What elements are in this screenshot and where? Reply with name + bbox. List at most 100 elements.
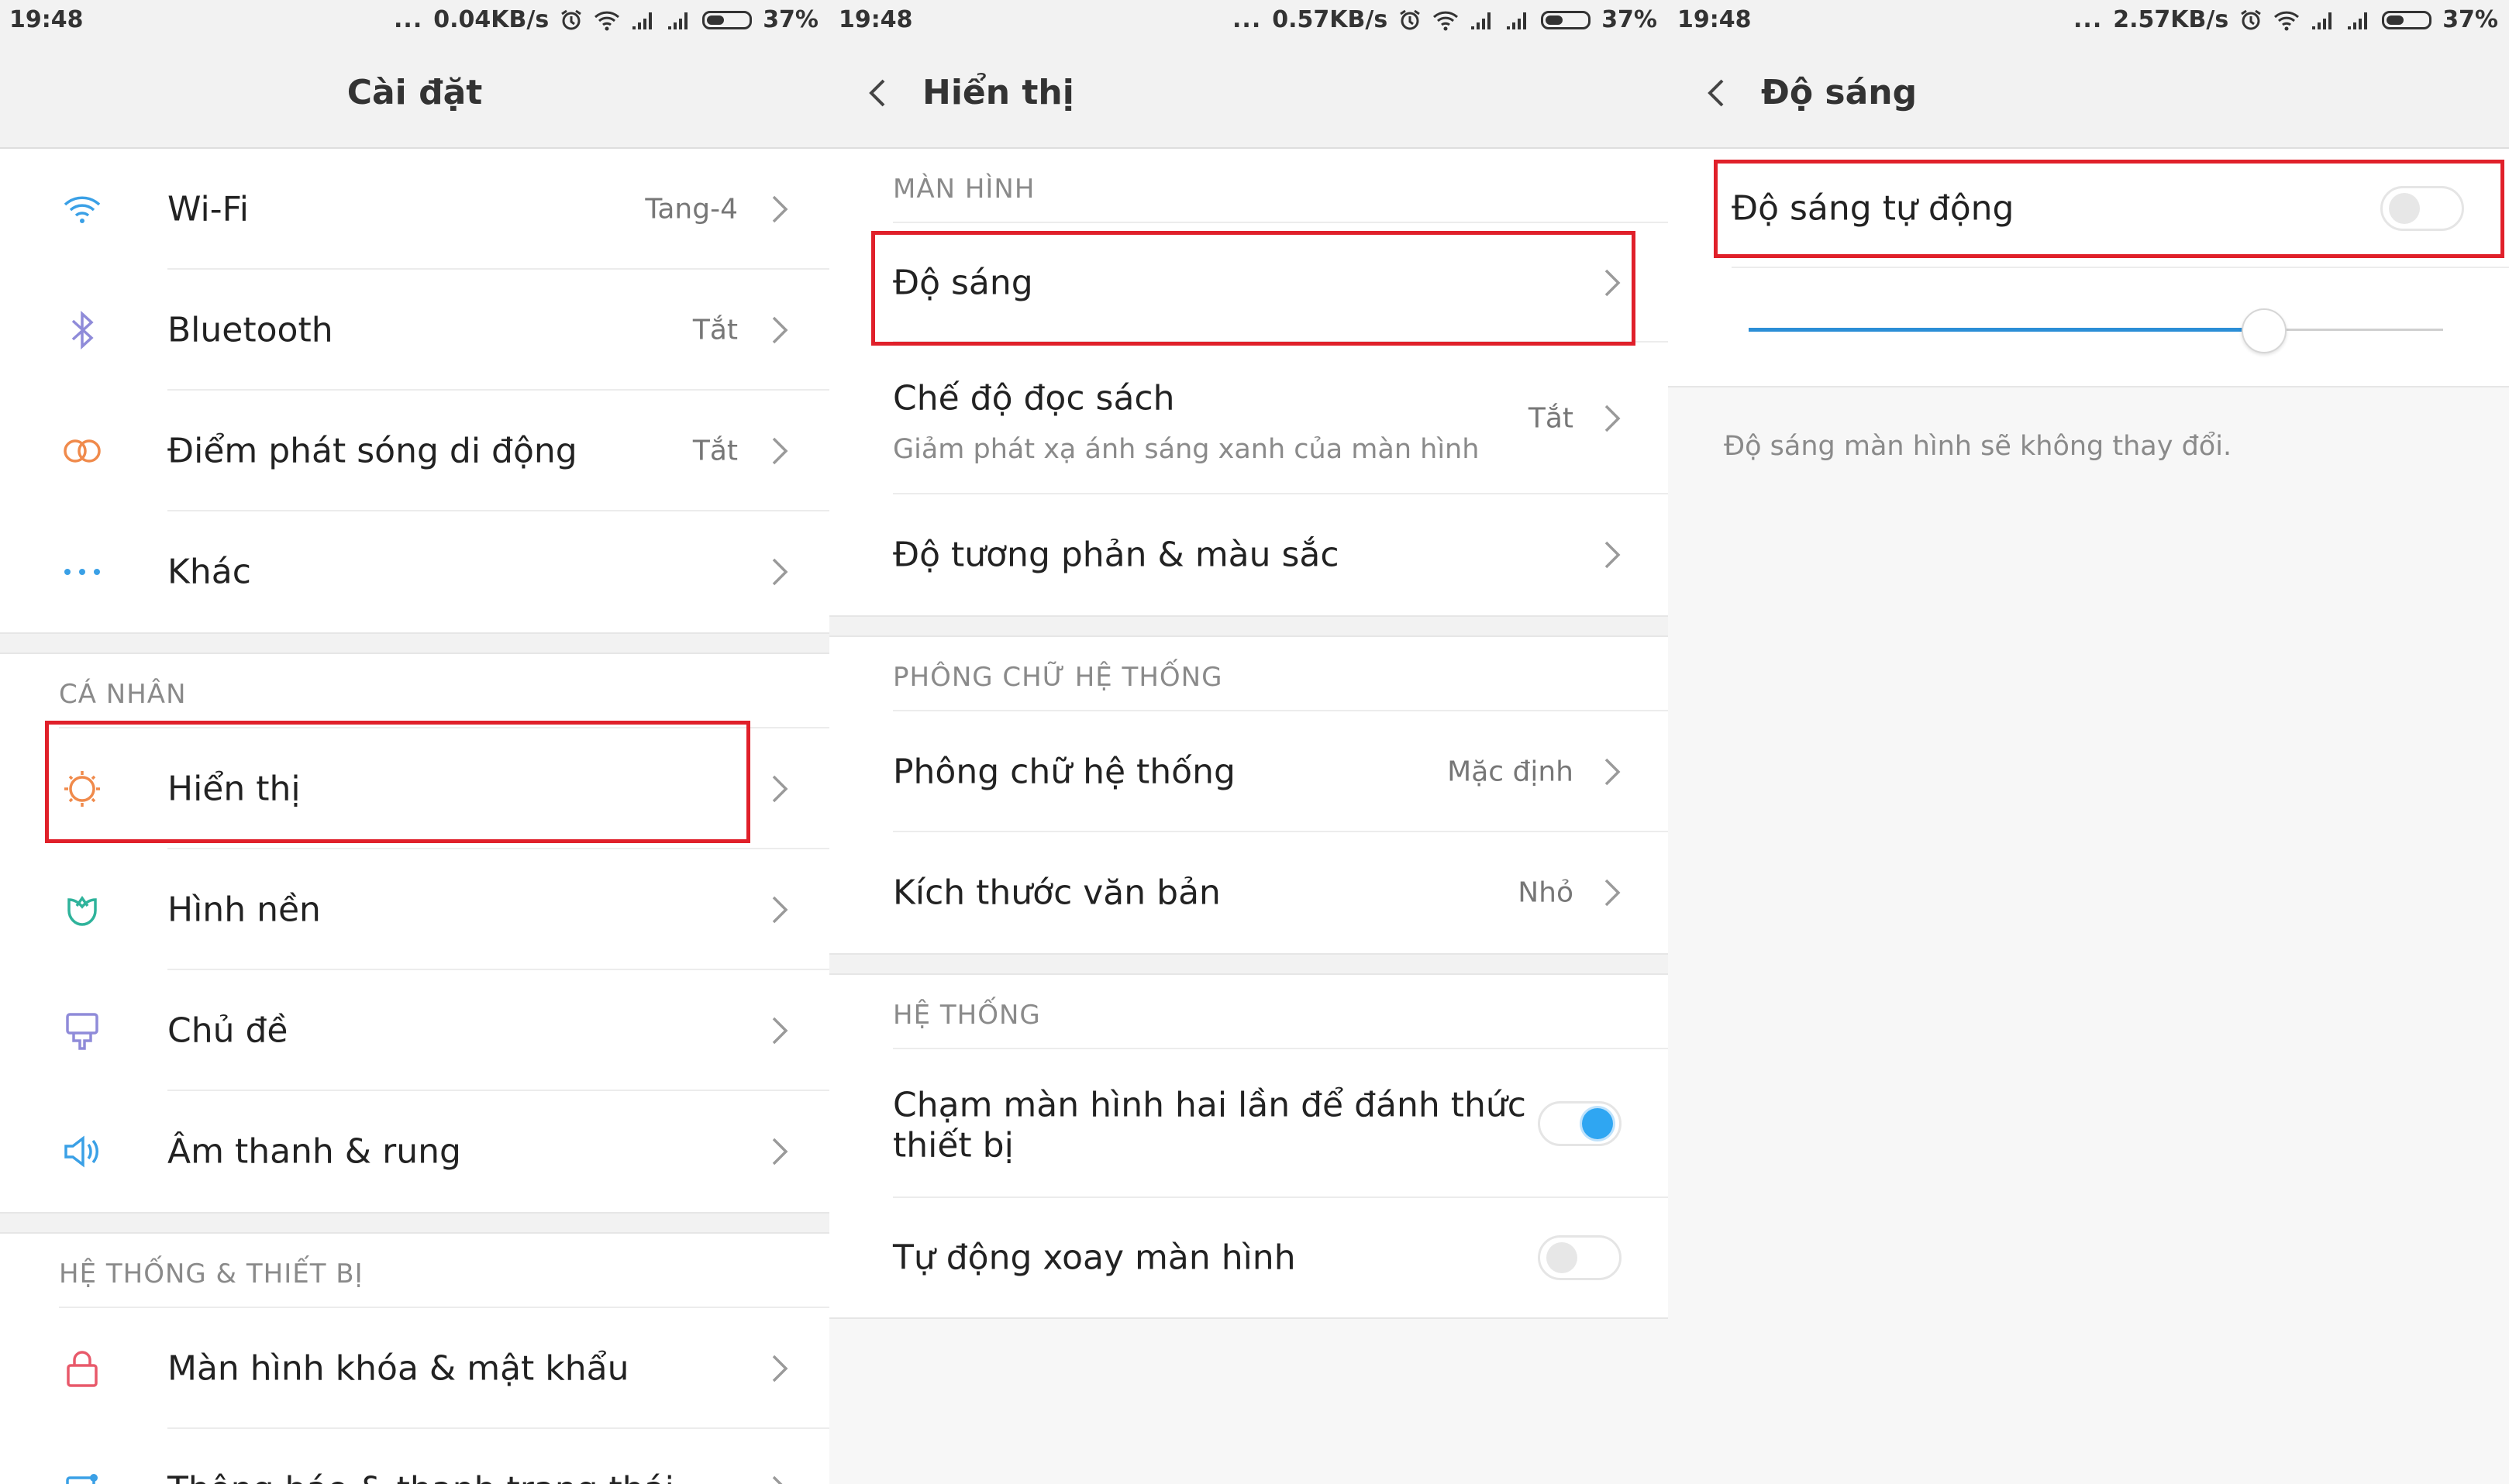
settings-item-label: Thông báo & thanh trạng thái xyxy=(167,1470,674,1484)
section-gap xyxy=(0,632,829,654)
settings-item-contrast[interactable]: Độ tương phản & màu sắc xyxy=(829,494,1668,615)
settings-item-double-tap[interactable]: Chạm màn hình hai lần để đánh thức thiết… xyxy=(829,1049,1668,1198)
settings-item-wifi[interactable]: Wi-Fi Tang-4 xyxy=(0,149,829,270)
section-header-screen: MÀN HÌNH xyxy=(829,149,1668,223)
settings-item-label: Phông chữ hệ thống xyxy=(893,752,1236,792)
signal-icon-1 xyxy=(632,12,653,29)
highlight-box-auto-brightness-frame xyxy=(1714,160,2504,258)
battery-percent: 37% xyxy=(2442,6,2498,33)
chevron-right-icon xyxy=(772,896,788,924)
chevron-right-icon xyxy=(772,1355,788,1382)
battery-icon xyxy=(2382,10,2432,29)
settings-item-label-line1: Chạm màn hình hai lần để đánh thức xyxy=(893,1085,1526,1125)
section-gap xyxy=(0,1212,829,1234)
signal-icon-2 xyxy=(2348,12,2368,29)
toggle-knob xyxy=(1546,1242,1577,1273)
chevron-right-icon xyxy=(772,437,788,465)
settings-item-label: Wi-Fi xyxy=(167,189,249,229)
back-arrow-icon[interactable] xyxy=(862,76,896,110)
chevron-right-icon xyxy=(772,1017,788,1045)
settings-item-label: Tự động xoay màn hình xyxy=(893,1238,1296,1278)
settings-item-font[interactable]: Phông chữ hệ thống Mặc định xyxy=(829,711,1668,832)
brightness-slider-row xyxy=(1668,268,2509,387)
settings-item-label: Độ tương phản & màu sắc xyxy=(893,535,1339,575)
back-arrow-icon[interactable] xyxy=(1701,76,1735,110)
settings-item-label-line2: thiết bị xyxy=(893,1125,1014,1166)
brightness-panel: 19:48 ... 2.57KB/s 37% Độ sáng Độ sáng t… xyxy=(1668,0,2509,1484)
section-gap xyxy=(829,953,1668,975)
network-speed: 0.57KB/s xyxy=(1272,6,1388,33)
status-right: ... 0.04KB/s 37% xyxy=(394,6,819,33)
app-bar: Độ sáng xyxy=(1668,39,2509,149)
double-tap-toggle[interactable] xyxy=(1538,1101,1622,1146)
wifi-status-icon xyxy=(2274,11,2300,30)
status-bar: 19:48 ... 2.57KB/s 37% xyxy=(1668,0,2509,39)
settings-item-value: Tắt xyxy=(692,314,738,346)
chevron-right-icon xyxy=(772,1138,788,1166)
settings-item-label: Âm thanh & rung xyxy=(167,1131,461,1172)
status-bar: 19:48 ... 0.04KB/s 37% xyxy=(0,0,829,39)
settings-item-hotspot[interactable]: Điểm phát sóng di động Tắt xyxy=(0,391,829,511)
wallpaper-icon xyxy=(60,888,104,931)
settings-item-more[interactable]: Khác xyxy=(0,511,829,632)
wifi-icon xyxy=(60,188,104,231)
theme-icon xyxy=(60,1009,104,1052)
section-header-system: HỆ THỐNG & THIẾT BỊ xyxy=(0,1234,829,1308)
chevron-right-icon xyxy=(1604,879,1621,907)
lock-icon xyxy=(60,1347,104,1390)
status-time: 19:48 xyxy=(1677,6,1752,33)
battery-icon xyxy=(702,10,753,29)
chevron-right-icon xyxy=(1604,758,1621,786)
signal-icon-1 xyxy=(2312,12,2332,29)
sound-icon xyxy=(60,1130,104,1173)
settings-item-value: Tang-4 xyxy=(645,193,738,226)
settings-item-label: Chủ đề xyxy=(167,1011,288,1051)
settings-item-bluetooth[interactable]: Bluetooth Tắt xyxy=(0,270,829,391)
settings-item-notifications[interactable]: Thông báo & thanh trạng thái xyxy=(0,1429,829,1484)
settings-item-reading-mode[interactable]: Chế độ đọc sách Giảm phát xạ ánh sáng xa… xyxy=(829,343,1668,494)
alarm-icon xyxy=(1400,9,1421,29)
settings-item-value: Tắt xyxy=(1528,402,1573,435)
signal-icon-1 xyxy=(1471,12,1491,29)
screenshot-collage: 19:48 ... 0.04KB/s 37% Cài đặt Wi-Fi Tan… xyxy=(0,0,2509,1484)
status-time: 19:48 xyxy=(9,6,84,33)
settings-item-sound[interactable]: Âm thanh & rung xyxy=(0,1091,829,1212)
notification-icon xyxy=(60,1468,104,1484)
brightness-slider-thumb[interactable] xyxy=(2242,308,2287,353)
settings-item-value: Mặc định xyxy=(1447,756,1573,788)
battery-percent: 37% xyxy=(763,6,819,33)
section-header-font: PHÔNG CHỮ HỆ THỐNG xyxy=(829,637,1668,711)
network-speed: 2.57KB/s xyxy=(2113,6,2229,33)
brightness-slider-fill xyxy=(1749,328,2263,332)
settings-item-theme[interactable]: Chủ đề xyxy=(0,970,829,1091)
chevron-right-icon xyxy=(772,1475,783,1484)
settings-item-auto-rotate[interactable]: Tự động xoay màn hình xyxy=(829,1198,1668,1317)
brightness-slider-track[interactable] xyxy=(1749,308,2443,353)
settings-item-text-size[interactable]: Kích thước văn bản Nhỏ xyxy=(829,832,1668,953)
settings-item-lockscreen[interactable]: Màn hình khóa & mật khẩu xyxy=(0,1308,829,1429)
settings-item-label: Bluetooth xyxy=(167,310,333,350)
settings-item-label: Khác xyxy=(167,552,251,592)
settings-item-label: Kích thước văn bản xyxy=(893,873,1221,913)
chevron-right-icon xyxy=(772,195,788,223)
settings-item-label: Màn hình khóa & mật khẩu xyxy=(167,1348,629,1389)
section-title: PHÔNG CHỮ HỆ THỐNG xyxy=(893,662,1223,693)
signal-icon-2 xyxy=(668,12,688,29)
status-dots: ... xyxy=(2073,6,2103,33)
settings-item-wallpaper[interactable]: Hình nền xyxy=(0,849,829,970)
settings-item-label: Chế độ đọc sách xyxy=(893,378,1175,418)
section-header-system: HỆ THỐNG xyxy=(829,975,1668,1049)
highlight-box-brightness xyxy=(871,231,1635,346)
chevron-right-icon xyxy=(1604,541,1621,569)
page-title: Cài đặt xyxy=(346,73,483,112)
status-bar: 19:48 ... 0.57KB/s 37% xyxy=(829,0,1668,39)
alarm-icon xyxy=(2241,9,2262,29)
brightness-note-area: Độ sáng màn hình sẽ không thay đổi. xyxy=(1668,387,2509,480)
wifi-status-icon xyxy=(1433,11,1459,30)
app-bar: Cài đặt xyxy=(0,39,829,149)
section-title: MÀN HÌNH xyxy=(893,174,1036,205)
network-speed: 0.04KB/s xyxy=(433,6,550,33)
settings-item-label: Hình nền xyxy=(167,890,321,930)
auto-rotate-toggle[interactable] xyxy=(1538,1235,1622,1280)
chevron-right-icon xyxy=(772,558,788,586)
